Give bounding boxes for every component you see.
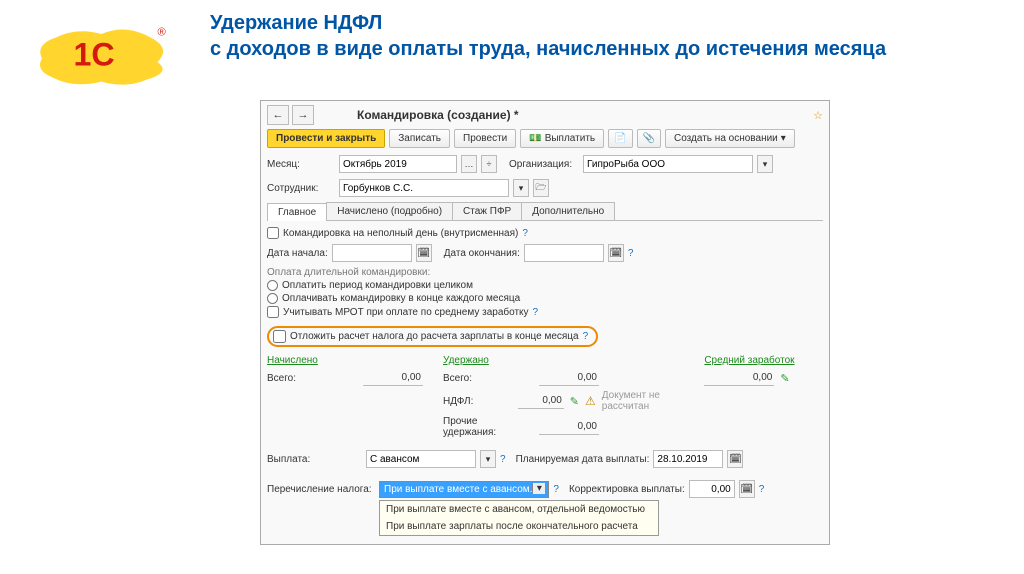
logo-1c: 1C ® [20, 20, 190, 90]
help-icon[interactable]: ? [553, 484, 559, 495]
pay-icon: 💵 [529, 133, 541, 144]
ndfl-label: НДФЛ: [443, 396, 512, 407]
date-to-label: Дата окончания: [444, 248, 520, 259]
employee-input[interactable] [339, 179, 509, 197]
pay-button[interactable]: 💵Выплатить [520, 129, 604, 148]
withheld-column: Удержано Всего: 0,00 НДФЛ: 0,00 ✎ ⚠ Документ … [443, 355, 684, 442]
defer-label: Отложить расчет налога до расчета зарпла… [290, 331, 579, 342]
post-and-close-button[interactable]: Провести и закрыть [267, 129, 385, 148]
opt-whole-label: Оплатить период командировки целиком [282, 280, 473, 291]
help-icon[interactable]: ? [522, 228, 528, 239]
org-dropdown-button[interactable]: ▾ [757, 155, 773, 173]
tax-transfer-selected: При выплате вместе с авансом. [379, 481, 549, 498]
help-icon[interactable]: ? [500, 454, 506, 465]
tax-transfer-options: При выплате вместе с авансом, отдельной … [379, 500, 659, 536]
planned-date-calendar-button[interactable]: 🗓 [727, 450, 743, 468]
avg-value: 0,00 [704, 370, 774, 386]
nav-back-button[interactable]: ← [267, 105, 289, 125]
date-from-calendar-button[interactable]: 🗓 [416, 244, 432, 262]
org-input[interactable] [583, 155, 753, 173]
post-button[interactable]: Провести [454, 129, 516, 148]
employee-dropdown-button[interactable]: ▾ [513, 179, 529, 197]
payout-input[interactable] [366, 450, 476, 468]
long-trip-label: Оплата длительной командировки: [267, 267, 823, 278]
save-button[interactable]: Записать [389, 129, 450, 148]
defer-highlight: Отложить расчет налога до расчета зарпла… [267, 326, 598, 347]
org-label: Организация: [509, 159, 579, 170]
pencil-icon[interactable]: ✎ [570, 395, 579, 408]
svg-text:®: ® [158, 26, 167, 38]
accrued-column: Начислено Всего: 0,00 [267, 355, 423, 442]
payout-dropdown-button[interactable]: ▾ [480, 450, 496, 468]
total-label: Всего: [443, 373, 533, 384]
opt-whole-radio[interactable] [267, 280, 278, 291]
tab-accrued[interactable]: Начислено (подробно) [326, 202, 453, 220]
month-label: Месяц: [267, 159, 335, 170]
date-from-input[interactable] [332, 244, 412, 262]
date-to-calendar-button[interactable]: 🗓 [608, 244, 624, 262]
window-title: Командировка (создание) * [357, 108, 519, 122]
help-icon[interactable]: ? [759, 484, 765, 495]
correction-input[interactable] [689, 480, 735, 498]
tax-transfer-label: Перечисление налога: [267, 484, 375, 495]
slide-title: Удержание НДФЛ с доходов в виде оплаты т… [210, 10, 886, 62]
report-button[interactable]: 📄 [608, 129, 632, 148]
help-icon[interactable]: ? [628, 248, 634, 259]
tab-bar: Главное Начислено (подробно) Стаж ПФР До… [267, 202, 823, 221]
total-label: Всего: [267, 373, 357, 384]
month-pick-button[interactable]: … [461, 155, 477, 173]
tax-option-1[interactable]: При выплате вместе с авансом, отдельной … [380, 501, 658, 518]
mrot-label: Учитывать МРОТ при оплате по среднему за… [283, 307, 529, 318]
employee-label: Сотрудник: [267, 183, 335, 194]
warning-icon: ⚠ [585, 394, 596, 408]
tab-pfr[interactable]: Стаж ПФР [452, 202, 522, 220]
planned-date-input[interactable] [653, 450, 723, 468]
other-withheld-label: Прочие удержания: [443, 416, 533, 438]
payout-label: Выплата: [267, 454, 362, 465]
tab-main[interactable]: Главное [267, 203, 327, 221]
withheld-total-value: 0,00 [539, 370, 599, 386]
month-step-button[interactable]: ÷ [481, 155, 497, 173]
withheld-header[interactable]: Удержано [443, 355, 684, 366]
chevron-down-icon: ▾ [781, 133, 786, 144]
nav-forward-button[interactable]: → [292, 105, 314, 125]
tax-option-2[interactable]: При выплате зарплаты после окончательног… [380, 518, 658, 535]
employee-open-button[interactable]: 🗁 [533, 179, 549, 197]
avg-column: Средний заработок 0,00 ✎ [704, 355, 834, 442]
app-window: ← → Командировка (создание) * ☆ Провести… [260, 100, 830, 545]
pencil-icon[interactable]: ✎ [780, 372, 789, 385]
accrued-total-value: 0,00 [363, 370, 423, 386]
correction-calendar-button[interactable]: 🗓 [739, 480, 755, 498]
planned-date-label: Планируемая дата выплаты: [516, 454, 650, 465]
avg-header[interactable]: Средний заработок [704, 355, 834, 366]
svg-text:1C: 1C [74, 37, 115, 73]
accrued-header[interactable]: Начислено [267, 355, 423, 366]
opt-monthly-label: Оплачивать командировку в конце каждого … [282, 293, 520, 304]
date-from-label: Дата начала: [267, 248, 328, 259]
other-withheld-value: 0,00 [539, 419, 599, 435]
create-on-basis-button[interactable]: Создать на основании ▾ [665, 129, 795, 148]
favorite-icon[interactable]: ☆ [813, 109, 823, 122]
ndfl-value: 0,00 [518, 393, 564, 409]
tax-transfer-dropdown[interactable]: При выплате вместе с авансом. При выплат… [379, 484, 549, 495]
tab-extra[interactable]: Дополнительно [521, 202, 615, 220]
attach-button[interactable]: 📎 [637, 129, 661, 148]
defer-checkbox[interactable] [273, 330, 286, 343]
opt-monthly-radio[interactable] [267, 293, 278, 304]
date-to-input[interactable] [524, 244, 604, 262]
month-input[interactable] [339, 155, 457, 173]
help-icon[interactable]: ? [533, 307, 539, 318]
mrot-checkbox[interactable] [267, 306, 279, 318]
partday-label: Командировка на неполный день (внутрисме… [283, 228, 518, 239]
partday-checkbox[interactable] [267, 227, 279, 239]
help-icon[interactable]: ? [583, 331, 589, 342]
correction-label: Корректировка выплаты: [569, 484, 685, 495]
not-calculated-text: Документ не рассчитан [602, 390, 685, 412]
